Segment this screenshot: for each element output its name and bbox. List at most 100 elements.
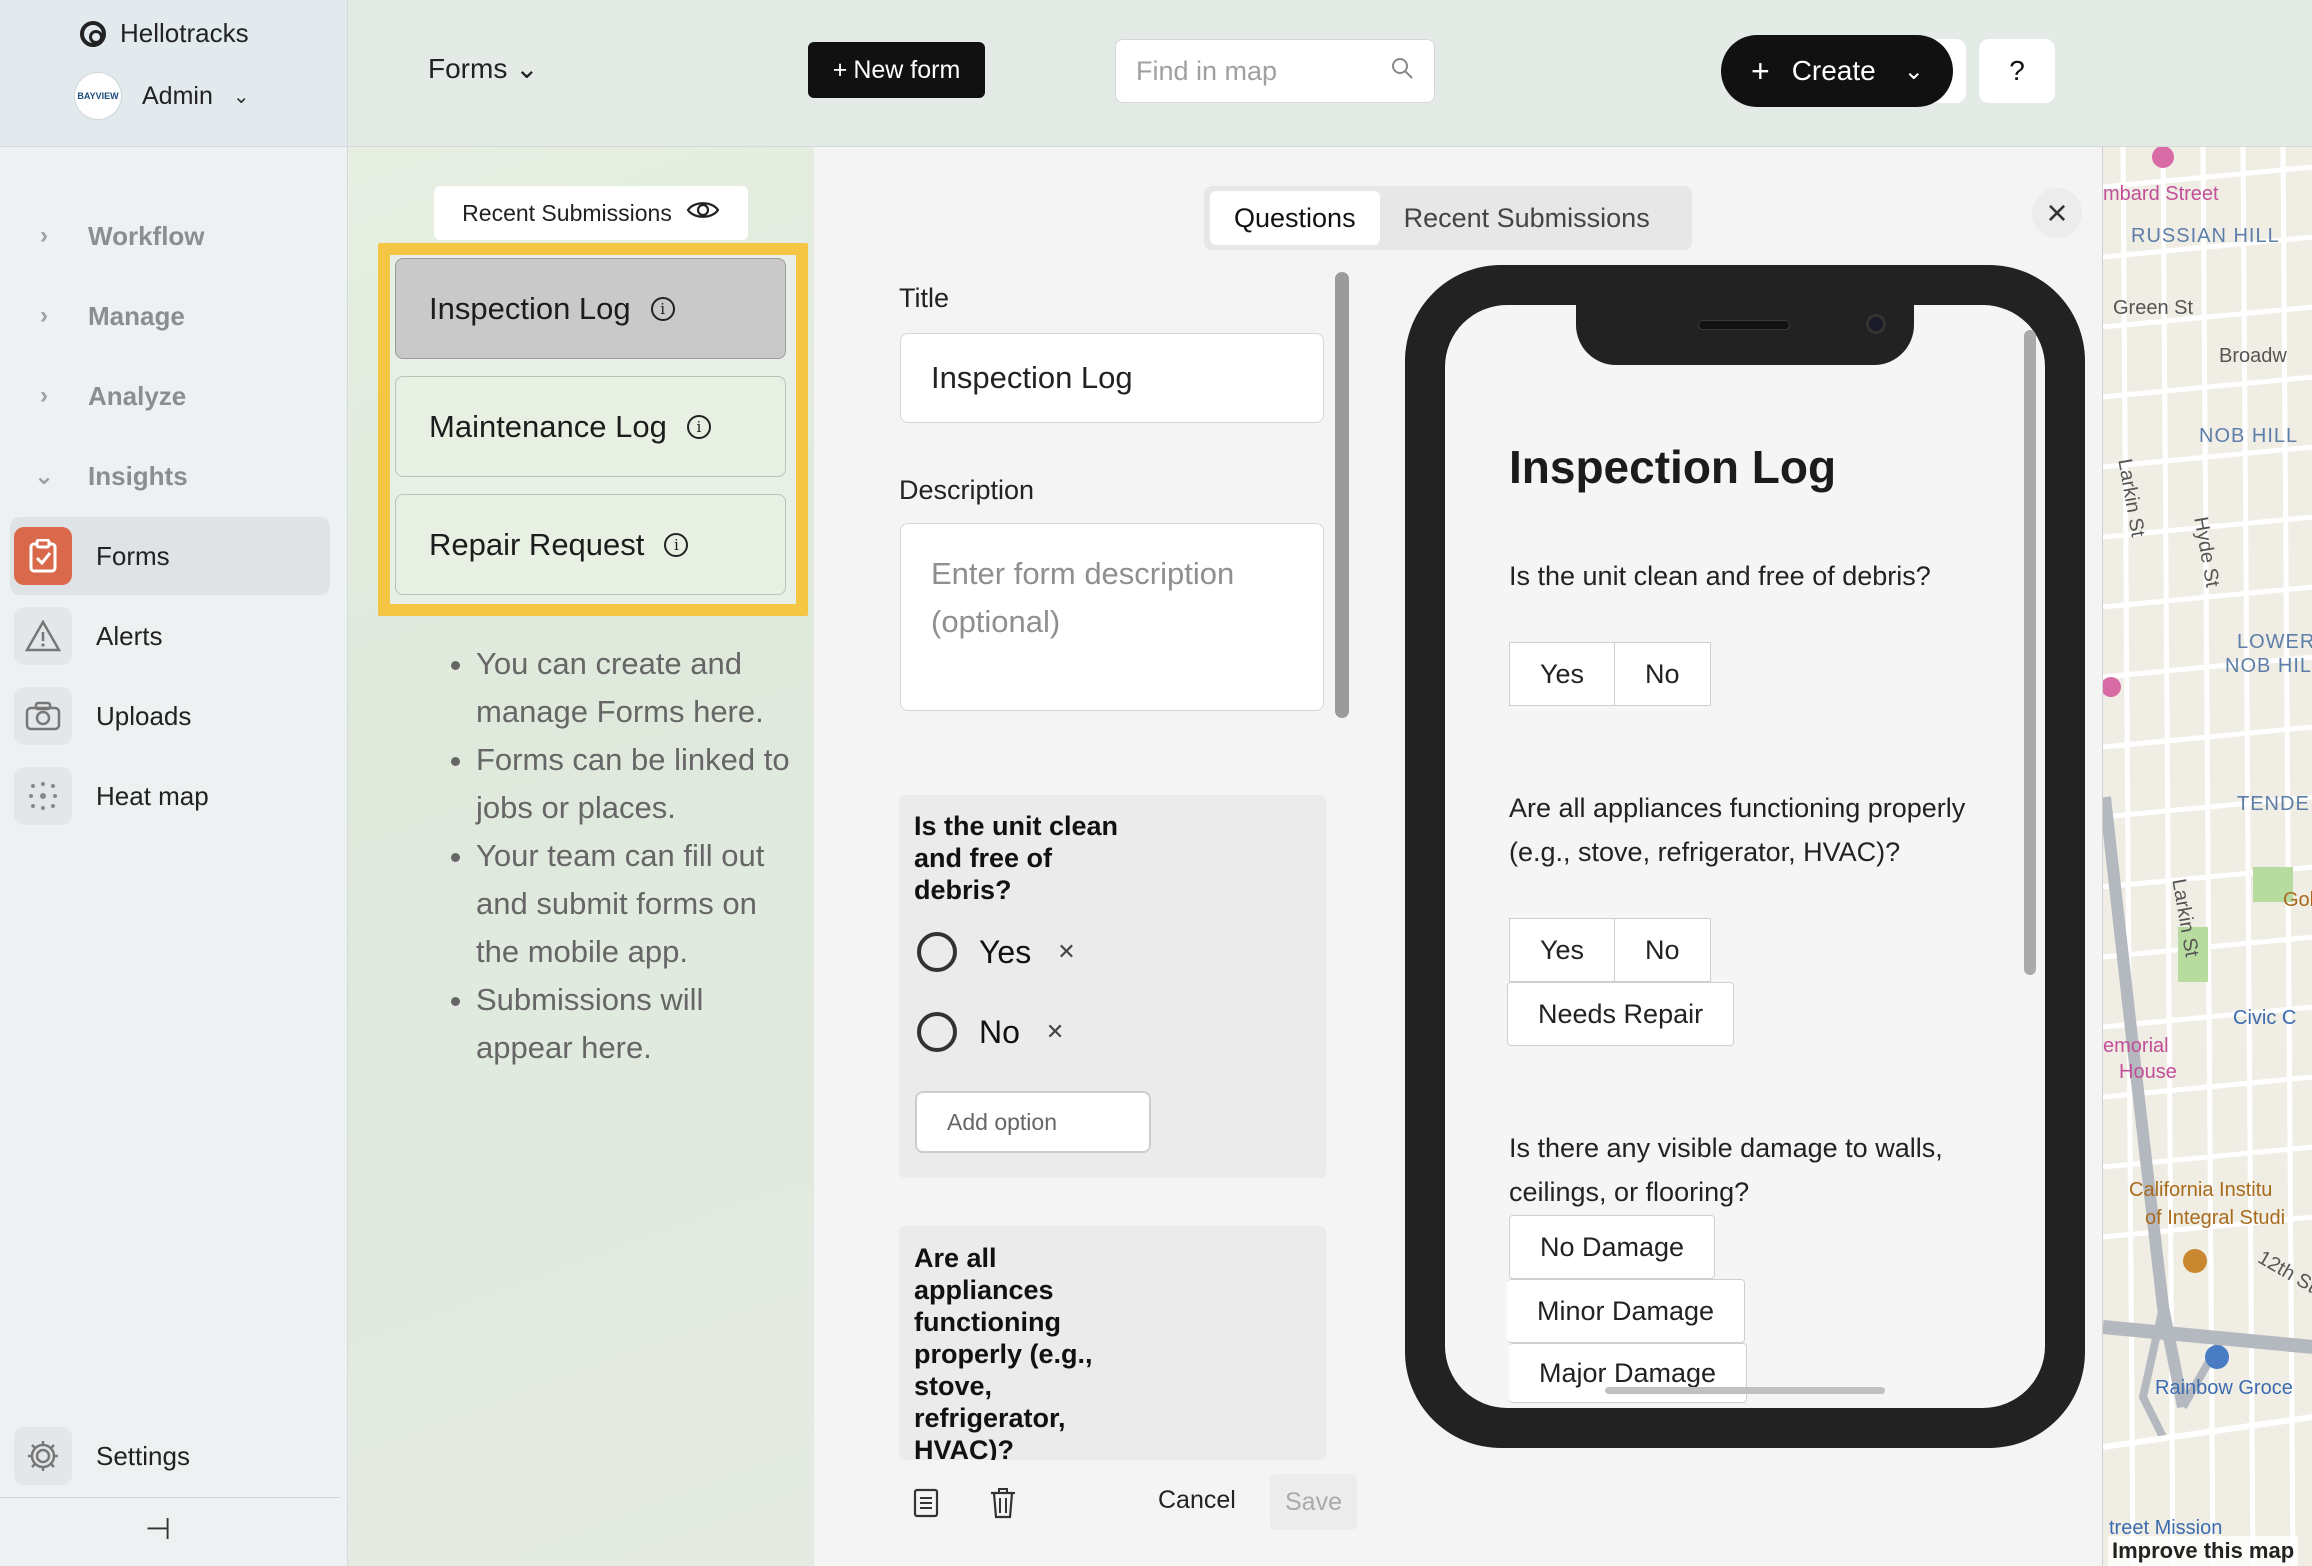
sidebar-item-heat-map[interactable]: Heat map xyxy=(0,757,348,835)
form-item-repair-request[interactable]: Repair Request i xyxy=(395,494,786,595)
chevron-down-icon[interactable]: ⌄ xyxy=(1904,57,1924,86)
preview-option-button[interactable]: Yes xyxy=(1509,918,1616,982)
search-icon xyxy=(1390,56,1414,87)
chevron-right-icon: › xyxy=(40,222,48,249)
map-label: Civic C xyxy=(2233,1007,2297,1029)
search-input[interactable] xyxy=(1136,55,1356,87)
preview-option-button[interactable]: No Damage xyxy=(1509,1215,1716,1279)
question-icon: ? xyxy=(2009,55,2025,86)
option-label[interactable]: No xyxy=(979,1014,1020,1051)
question-title[interactable]: Is the unit clean and free of debris? xyxy=(914,810,1134,906)
question-card[interactable]: Is the unit clean and free of debris? Ye… xyxy=(899,795,1326,1178)
plus-icon: + xyxy=(832,55,848,84)
sidebar-group-manage[interactable]: › Manage xyxy=(0,286,348,346)
question-card[interactable]: Are all appliances functioning properly … xyxy=(899,1226,1326,1460)
forms-dropdown[interactable]: Forms ⌄ xyxy=(428,52,539,85)
map-view[interactable]: mbard Street RUSSIAN HILL Green St Broad… xyxy=(2102,147,2312,1566)
new-form-label: New form xyxy=(853,55,961,84)
sidebar-item-alerts[interactable]: Alerts xyxy=(0,597,348,675)
sidebar-group-label: Manage xyxy=(88,300,185,331)
camera-icon xyxy=(14,687,72,745)
sidebar-group-insights[interactable]: ⌄ Insights xyxy=(0,446,348,506)
recent-submissions-button[interactable]: Recent Submissions xyxy=(434,186,748,240)
map-label: RUSSIAN HILL xyxy=(2131,225,2280,247)
option-row[interactable]: Yes ✕ xyxy=(917,932,1076,972)
info-icon[interactable]: i xyxy=(664,532,689,557)
tip-item: Submissions will appear here. xyxy=(476,976,806,1072)
duplicate-form-icon[interactable] xyxy=(912,1487,940,1527)
preview-option-button[interactable]: Yes xyxy=(1509,642,1616,706)
description-input[interactable]: Enter form description (optional) xyxy=(900,523,1324,711)
info-icon[interactable]: i xyxy=(686,414,711,439)
preview-title: Inspection Log xyxy=(1509,441,1837,493)
remove-option-icon[interactable]: ✕ xyxy=(1046,1019,1064,1045)
add-option-button[interactable]: Add option xyxy=(915,1091,1151,1153)
form-item-inspection-log[interactable]: Inspection Log i xyxy=(395,258,786,359)
map-label: Green St xyxy=(2113,297,2194,319)
home-indicator xyxy=(1605,1387,1885,1394)
map-label: House xyxy=(2119,1061,2177,1083)
create-label: Create xyxy=(1791,55,1876,86)
trash-icon[interactable] xyxy=(989,1487,1017,1527)
form-item-label: Inspection Log xyxy=(429,290,631,326)
save-button[interactable]: Save xyxy=(1270,1474,1357,1530)
pin-sidebar-icon[interactable]: ⊣ xyxy=(145,1512,171,1547)
sidebar-group-analyze[interactable]: › Analyze xyxy=(0,366,348,426)
preview-question: Is the unit clean and free of debris? xyxy=(1509,561,1931,591)
dots-grid-icon xyxy=(14,767,72,825)
sidebar-group-label: Insights xyxy=(88,460,188,491)
map-label: LOWER xyxy=(2237,631,2312,653)
close-icon[interactable]: × xyxy=(2032,188,2082,238)
remove-option-icon[interactable]: ✕ xyxy=(1057,939,1075,965)
chevron-right-icon: › xyxy=(40,382,48,409)
sidebar: Hellotracks BAYVIEW Admin ⌄ › Workflow ›… xyxy=(0,0,348,1566)
chevron-down-icon: ⌄ xyxy=(33,462,55,490)
map-label: Gol xyxy=(2283,889,2312,911)
radio-icon[interactable] xyxy=(917,932,957,972)
cancel-button[interactable]: Cancel xyxy=(1158,1486,1236,1515)
preview-option-button[interactable]: No xyxy=(1615,642,1711,706)
title-input[interactable]: Inspection Log xyxy=(900,333,1324,423)
sidebar-group-label: Workflow xyxy=(88,220,205,251)
editor-scrollbar[interactable] xyxy=(1335,272,1349,718)
tip-item: You can create and manage Forms here. xyxy=(476,640,806,736)
tab-recent-submissions[interactable]: Recent Submissions xyxy=(1380,191,1674,245)
form-item-maintenance-log[interactable]: Maintenance Log i xyxy=(395,376,786,477)
option-row[interactable]: No ✕ xyxy=(917,1012,1064,1052)
tip-item: Your team can fill out and submit forms … xyxy=(476,832,806,976)
question-title[interactable]: Are all appliances functioning properly … xyxy=(914,1242,1124,1460)
preview-question: Are all appliances functioning properly … xyxy=(1509,793,1966,867)
preview-option-button[interactable]: Major Damage xyxy=(1509,1343,1748,1403)
option-label[interactable]: Yes xyxy=(979,934,1031,971)
brand[interactable]: Hellotracks xyxy=(80,18,249,49)
phone-speaker xyxy=(1698,320,1790,330)
improve-map-link[interactable]: Improve this map xyxy=(2108,1536,2299,1566)
map-label: Rainbow Groce xyxy=(2155,1377,2293,1399)
sidebar-item-uploads[interactable]: Uploads xyxy=(0,677,348,755)
chevron-down-icon: ⌄ xyxy=(232,85,250,108)
new-form-button[interactable]: + New form xyxy=(808,42,985,98)
preview-option-button[interactable]: No xyxy=(1615,918,1711,982)
create-button[interactable]: + Create ⌄ xyxy=(1721,35,1953,107)
account-switcher[interactable]: BAYVIEW Admin ⌄ xyxy=(74,72,250,120)
sidebar-item-forms[interactable]: Forms xyxy=(10,517,330,595)
radio-icon[interactable] xyxy=(917,1012,957,1052)
info-icon[interactable]: i xyxy=(650,296,675,321)
sidebar-item-label: Heat map xyxy=(96,780,209,811)
hellotracks-logo-icon xyxy=(80,20,106,47)
sidebar-item-settings[interactable]: Settings xyxy=(0,1417,348,1495)
plus-icon: + xyxy=(1751,52,1770,89)
preview-option-button[interactable]: Needs Repair xyxy=(1507,982,1735,1046)
sidebar-group-workflow[interactable]: › Workflow xyxy=(0,206,348,266)
account-name: Admin xyxy=(142,81,213,110)
gear-icon xyxy=(14,1427,72,1485)
find-in-map-search[interactable] xyxy=(1115,39,1435,103)
tab-questions[interactable]: Questions xyxy=(1210,191,1380,245)
forms-dropdown-label: Forms xyxy=(428,53,508,84)
camera-icon xyxy=(1866,314,1886,334)
preview-scrollbar[interactable] xyxy=(2024,330,2036,975)
help-button[interactable]: ? xyxy=(1979,39,2055,103)
preview-option-button[interactable]: Minor Damage xyxy=(1507,1279,1746,1343)
map-label: NOB HIL xyxy=(2225,655,2312,677)
preview-question: Is there any visible damage to walls, ce… xyxy=(1509,1133,1943,1207)
